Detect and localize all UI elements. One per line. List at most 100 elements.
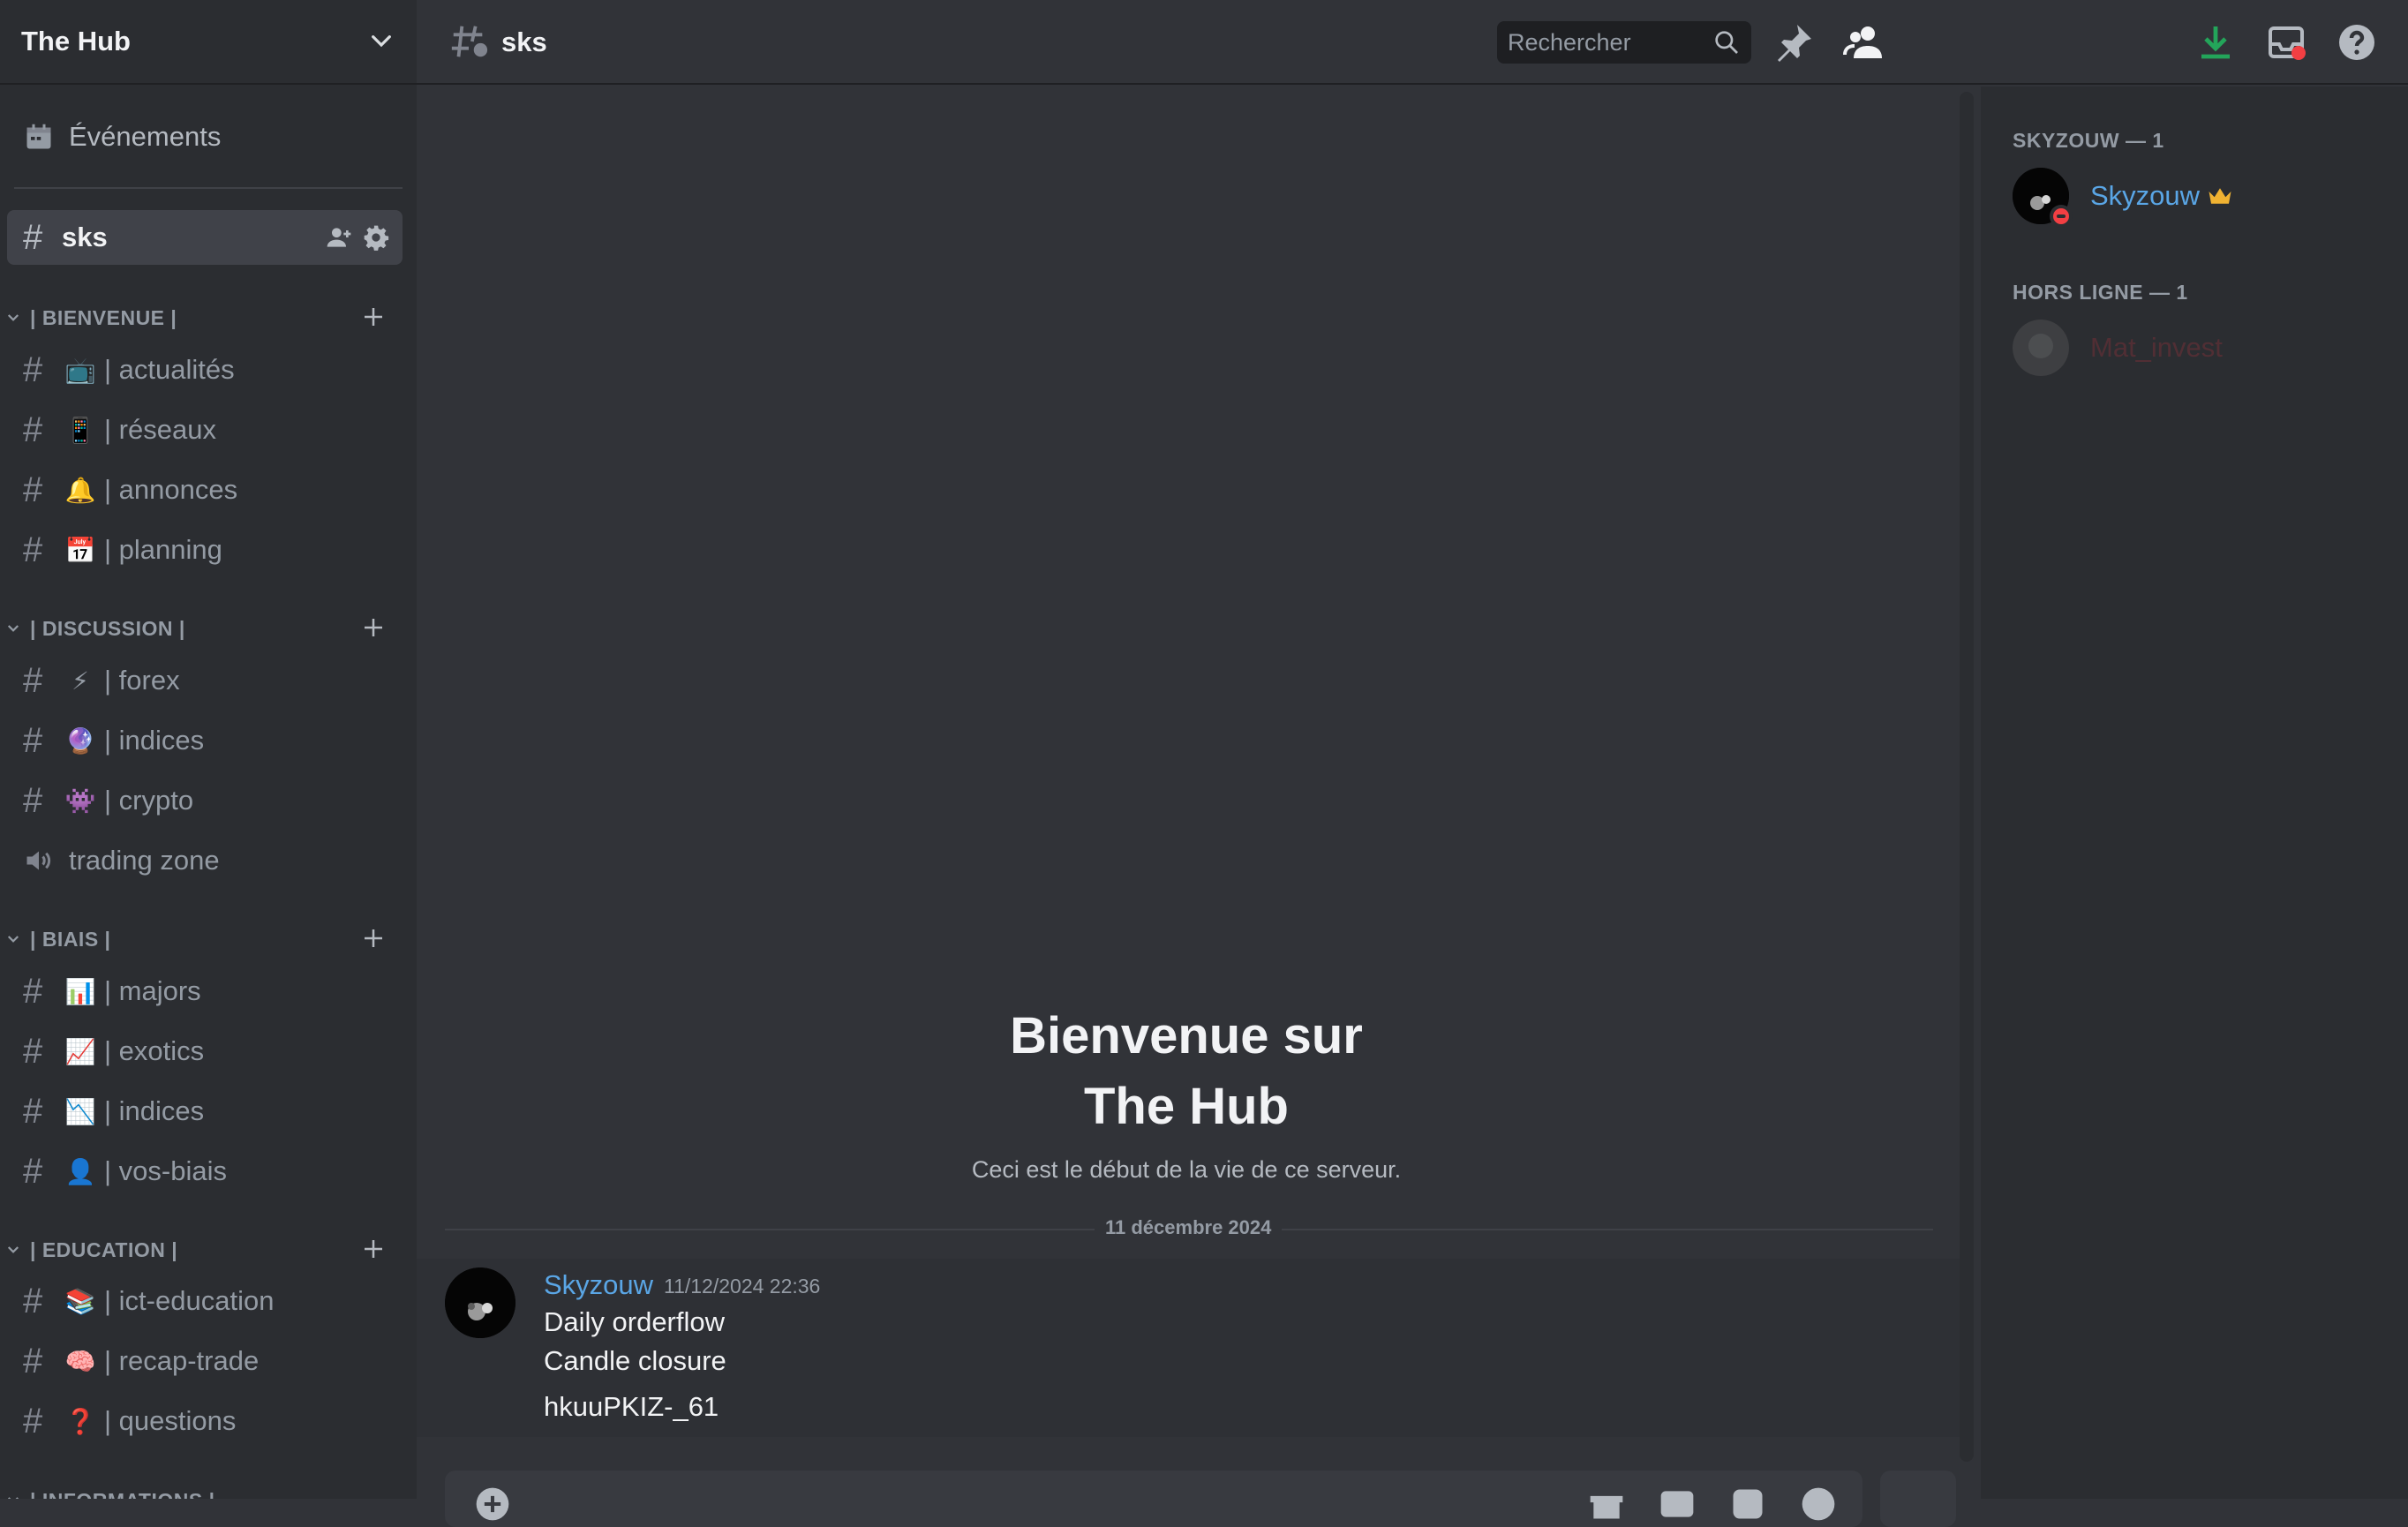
channel-label: | questions bbox=[104, 1405, 237, 1436]
discord-window: The Hub Événements # sks | BIENVENUE | #… bbox=[0, 0, 2408, 1527]
channel-planning[interactable]: # 📅 | planning bbox=[7, 523, 403, 577]
channel-sks[interactable]: # sks bbox=[7, 210, 403, 265]
channel-vos-biais[interactable]: # 👤 | vos-biais bbox=[7, 1144, 403, 1199]
calendar-icon bbox=[26, 124, 51, 149]
hash-icon: # bbox=[23, 1402, 43, 1440]
hash-icon: # bbox=[23, 972, 43, 1011]
channel-questions[interactable]: # ❓ | questions bbox=[7, 1394, 403, 1448]
books-emoji: 📚 bbox=[64, 1287, 96, 1315]
add-attachment-icon[interactable] bbox=[473, 1485, 512, 1523]
channel-forex[interactable]: # ⚡ | forex bbox=[7, 653, 403, 708]
add-channel-icon[interactable] bbox=[360, 304, 387, 330]
inbox-icon[interactable] bbox=[2265, 21, 2307, 64]
bell-emoji: 🔔 bbox=[64, 476, 96, 504]
channel-label: trading zone bbox=[69, 845, 220, 876]
channel-indices[interactable]: # 🔮 | indices bbox=[7, 713, 403, 768]
welcome-title-line2: The Hub bbox=[1084, 1078, 1289, 1135]
channel-ict-education[interactable]: # 📚 | ict-education bbox=[7, 1274, 403, 1328]
pin-icon[interactable] bbox=[1772, 21, 1815, 64]
hash-thread-icon: # bbox=[23, 218, 43, 257]
welcome-title-line1: Bienvenue sur bbox=[1010, 1007, 1363, 1064]
invite-icon[interactable] bbox=[325, 223, 353, 252]
message-text-line: Candle closure bbox=[544, 1345, 726, 1376]
category-label: | DISCUSSION | bbox=[30, 616, 185, 640]
channel-reseaux[interactable]: # 📱 | réseaux bbox=[7, 402, 403, 457]
channel-label: | vos-biais bbox=[104, 1155, 227, 1186]
server-header[interactable]: The Hub bbox=[0, 0, 417, 85]
hash-icon: # bbox=[23, 1092, 43, 1131]
member-skyzouw[interactable]: Skyzouw bbox=[2004, 161, 2392, 231]
category-biais[interactable]: | BIAIS | bbox=[0, 921, 417, 957]
chevron-down-icon bbox=[7, 936, 19, 943]
help-icon[interactable] bbox=[2336, 21, 2378, 64]
person-emoji: 👤 bbox=[64, 1157, 96, 1185]
channel-actualites[interactable]: # 📺 | actualités bbox=[7, 342, 403, 397]
gif-icon[interactable] bbox=[1658, 1485, 1697, 1523]
chevron-down-icon bbox=[7, 1497, 19, 1499]
search-input[interactable]: Rechercher bbox=[1497, 21, 1751, 64]
hash-icon: # bbox=[23, 781, 43, 820]
channel-label: | forex bbox=[104, 665, 180, 696]
category-informations[interactable]: | INFORMATIONS | bbox=[0, 1483, 417, 1499]
channel-recap-trade[interactable]: # 🧠 | recap-trade bbox=[7, 1334, 403, 1388]
gift-icon[interactable] bbox=[1587, 1485, 1626, 1523]
channel-crypto[interactable]: # 👾 | crypto bbox=[7, 773, 403, 828]
channel-indices-biais[interactable]: # 📉 | indices bbox=[7, 1084, 403, 1139]
category-education[interactable]: | EDUCATION | bbox=[0, 1232, 417, 1267]
hash-icon: # bbox=[23, 1032, 43, 1071]
member-mat-invest[interactable]: Mat_invest bbox=[2004, 312, 2392, 383]
category-discussion[interactable]: | DISCUSSION | bbox=[0, 611, 417, 646]
channel-annonces[interactable]: # 🔔 | annonces bbox=[7, 463, 403, 517]
crown-icon bbox=[2209, 188, 2231, 204]
channel-label: | exotics bbox=[104, 1035, 205, 1066]
voice-channel-trading-zone[interactable]: trading zone bbox=[7, 833, 403, 888]
category-label: | BIENVENUE | bbox=[30, 305, 177, 329]
tv-emoji: 📺 bbox=[64, 356, 96, 384]
speaker-icon bbox=[26, 851, 51, 870]
chevron-down-icon bbox=[7, 625, 19, 632]
chevron-down-icon bbox=[7, 1246, 19, 1253]
events-button[interactable]: Événements bbox=[7, 109, 403, 164]
hash-icon: # bbox=[23, 1342, 43, 1380]
hash-icon: # bbox=[23, 530, 43, 569]
sidebar-divider bbox=[14, 187, 403, 189]
channel-majors[interactable]: # 📊 | majors bbox=[7, 964, 403, 1019]
calendar-emoji: 📅 bbox=[64, 536, 96, 564]
message-scrollbar[interactable] bbox=[1960, 92, 1974, 1462]
bar-chart-emoji: 📊 bbox=[64, 977, 96, 1005]
channel-label: | indices bbox=[104, 1095, 205, 1126]
avatar-image bbox=[2013, 320, 2069, 376]
add-channel-icon[interactable] bbox=[360, 1236, 387, 1262]
channel-label: | actualités bbox=[104, 354, 235, 385]
channel-exotics[interactable]: # 📈 | exotics bbox=[7, 1024, 403, 1079]
channel-label: | annonces bbox=[104, 474, 238, 505]
emoji-icon[interactable] bbox=[1799, 1485, 1838, 1523]
message-input[interactable] bbox=[445, 1471, 1862, 1527]
chevron-down-icon bbox=[7, 314, 19, 321]
member-name: Skyzouw bbox=[2090, 180, 2201, 211]
channel-label: | recap-trade bbox=[104, 1345, 260, 1376]
settings-gear-icon[interactable] bbox=[362, 223, 390, 252]
server-name: The Hub bbox=[21, 26, 131, 56]
channel-label: | ict-education bbox=[104, 1285, 275, 1316]
members-icon[interactable] bbox=[1843, 21, 1885, 64]
hash-icon: # bbox=[23, 721, 43, 760]
message-author[interactable]: Skyzouw bbox=[544, 1269, 653, 1301]
add-channel-icon[interactable] bbox=[360, 614, 387, 641]
add-channel-icon[interactable] bbox=[360, 925, 387, 952]
download-icon[interactable] bbox=[2194, 21, 2237, 64]
sticker-icon[interactable] bbox=[1728, 1485, 1767, 1523]
lightning-emoji: ⚡ bbox=[71, 666, 89, 695]
category-label: | BIAIS | bbox=[30, 927, 111, 951]
dnd-status-icon bbox=[2050, 205, 2073, 228]
date-divider-label: 11 décembre 2024 bbox=[1095, 1216, 1283, 1239]
channel-label: | indices bbox=[104, 725, 205, 756]
channel-sidebar: The Hub Événements # sks | BIENVENUE | #… bbox=[0, 0, 417, 1499]
brain-emoji: 🧠 bbox=[64, 1347, 96, 1375]
member-name: Mat_invest bbox=[2090, 332, 2223, 363]
category-bienvenue[interactable]: | BIENVENUE | bbox=[0, 300, 417, 335]
chevron-down-icon[interactable] bbox=[367, 27, 395, 56]
apps-button[interactable] bbox=[1880, 1471, 1956, 1527]
channel-label: | planning bbox=[104, 534, 222, 565]
avatar[interactable] bbox=[445, 1267, 515, 1338]
